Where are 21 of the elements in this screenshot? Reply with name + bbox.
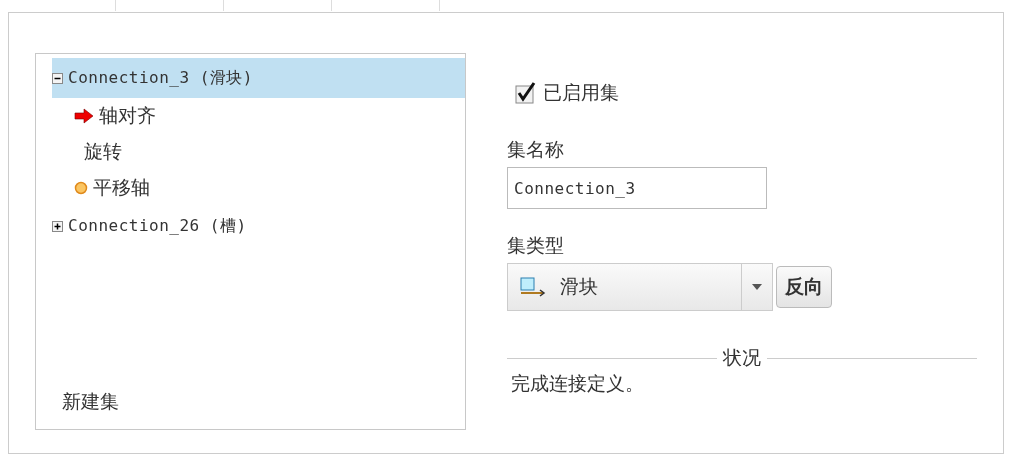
tree-item[interactable]: 旋转 [52, 134, 465, 170]
tree-item[interactable]: 轴对齐 [52, 98, 465, 134]
checkbox[interactable] [515, 82, 537, 104]
status-message: 完成连接定义。 [511, 371, 645, 396]
slider-joint-icon [520, 276, 546, 298]
dropdown[interactable]: 滑块 [507, 263, 773, 311]
tree-item[interactable]: 平移轴 [52, 170, 465, 206]
caret-icon [752, 284, 762, 290]
arrow-icon [74, 108, 94, 124]
field-label: 集类型 [507, 233, 565, 258]
reverse-button[interactable]: 反向 [776, 266, 832, 308]
checkbox-label: 已启用集 [543, 80, 619, 105]
field-label: 集名称 [507, 137, 565, 162]
tree-item[interactable]: Connection_3 (滑块) [52, 58, 465, 98]
tree-item[interactable]: Connection_26 (槽) [52, 206, 465, 246]
expand-icon[interactable] [52, 220, 63, 232]
section-title: 状况 [723, 345, 761, 370]
input-field[interactable]: Connection_3 [507, 167, 767, 209]
circle-icon [74, 181, 88, 195]
new-set-link[interactable]: 新建集 [52, 389, 119, 415]
collapse-icon[interactable] [52, 72, 63, 84]
